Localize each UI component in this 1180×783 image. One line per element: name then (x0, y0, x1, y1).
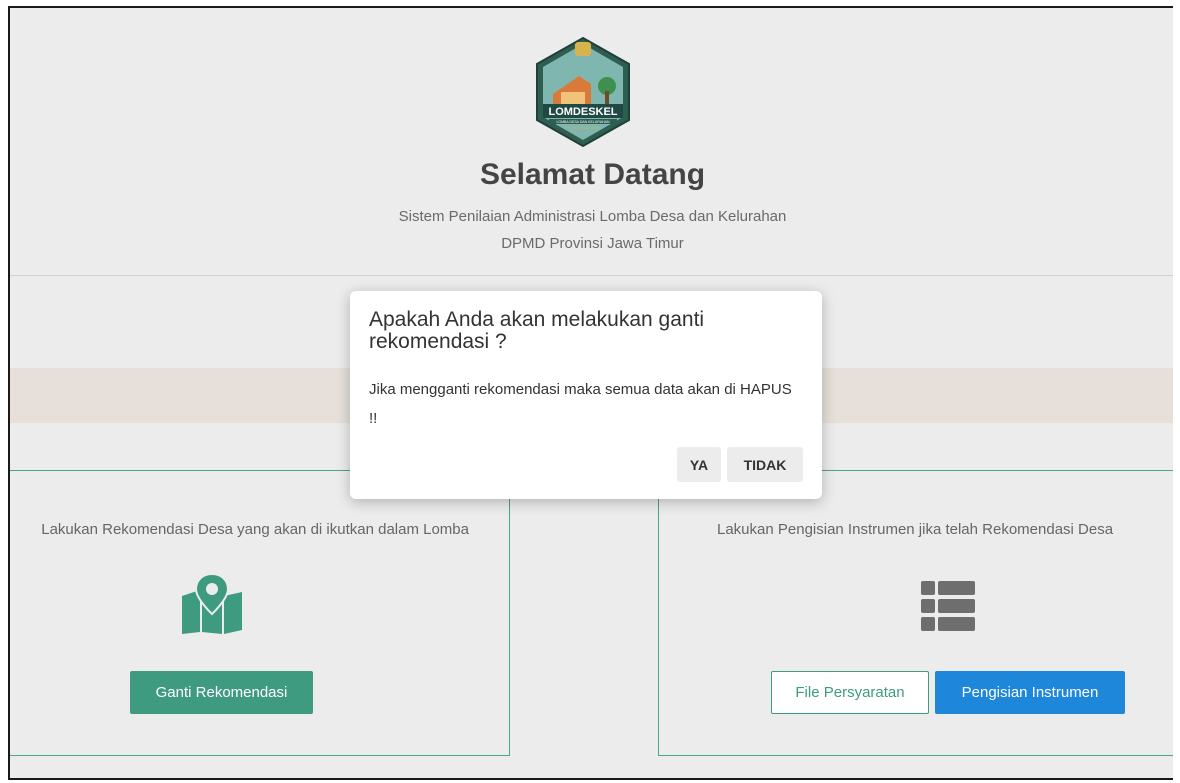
divider (10, 275, 1173, 276)
page-title: Selamat Datang (479, 158, 706, 191)
dialog-message: Jika mengganti rekomendasi maka semua da… (369, 381, 792, 427)
page-frame: LOMDESKEL LOMBA DESA DAN KELURAHAN PROVI… (8, 6, 1173, 780)
rekomendasi-card: Lakukan Rekomendasi Desa yang akan di ik… (10, 470, 510, 756)
dialog-title: Apakah Anda akan melakukan ganti rekomen… (369, 308, 705, 353)
confirm-dialog: Apakah Anda akan melakukan ganti rekomen… (350, 291, 822, 499)
rekomendasi-card-text: Lakukan Rekomendasi Desa yang akan di ik… (41, 521, 469, 538)
lomdeskel-logo: LOMDESKEL LOMBA DESA DAN KELURAHAN PROVI… (536, 36, 630, 148)
instrumen-card: Lakukan Pengisian Instrumen jika telah R… (658, 470, 1173, 756)
svg-text:LOMDESKEL: LOMDESKEL (548, 106, 617, 118)
confirm-no-button[interactable]: TIDAK (727, 447, 803, 482)
svg-text:LOMBA DESA DAN KELURAHAN: LOMBA DESA DAN KELURAHAN (556, 120, 610, 124)
list-table-icon (921, 581, 975, 631)
page-subtitle: Sistem Penilaian Administrasi Lomba Desa… (398, 208, 787, 225)
instrumen-card-text: Lakukan Pengisian Instrumen jika telah R… (717, 521, 1114, 538)
map-marker-icon (182, 574, 242, 634)
svg-text:PROVINSI JAWA TIMUR: PROVINSI JAWA TIMUR (566, 126, 600, 130)
pengisian-instrumen-button[interactable]: Pengisian Instrumen (935, 671, 1125, 714)
file-persyaratan-button[interactable]: File Persyaratan (771, 671, 929, 714)
confirm-yes-button[interactable]: YA (677, 447, 721, 482)
ganti-rekomendasi-button[interactable]: Ganti Rekomendasi (130, 671, 313, 714)
page-subtitle-org: DPMD Provinsi Jawa Timur (501, 235, 684, 252)
